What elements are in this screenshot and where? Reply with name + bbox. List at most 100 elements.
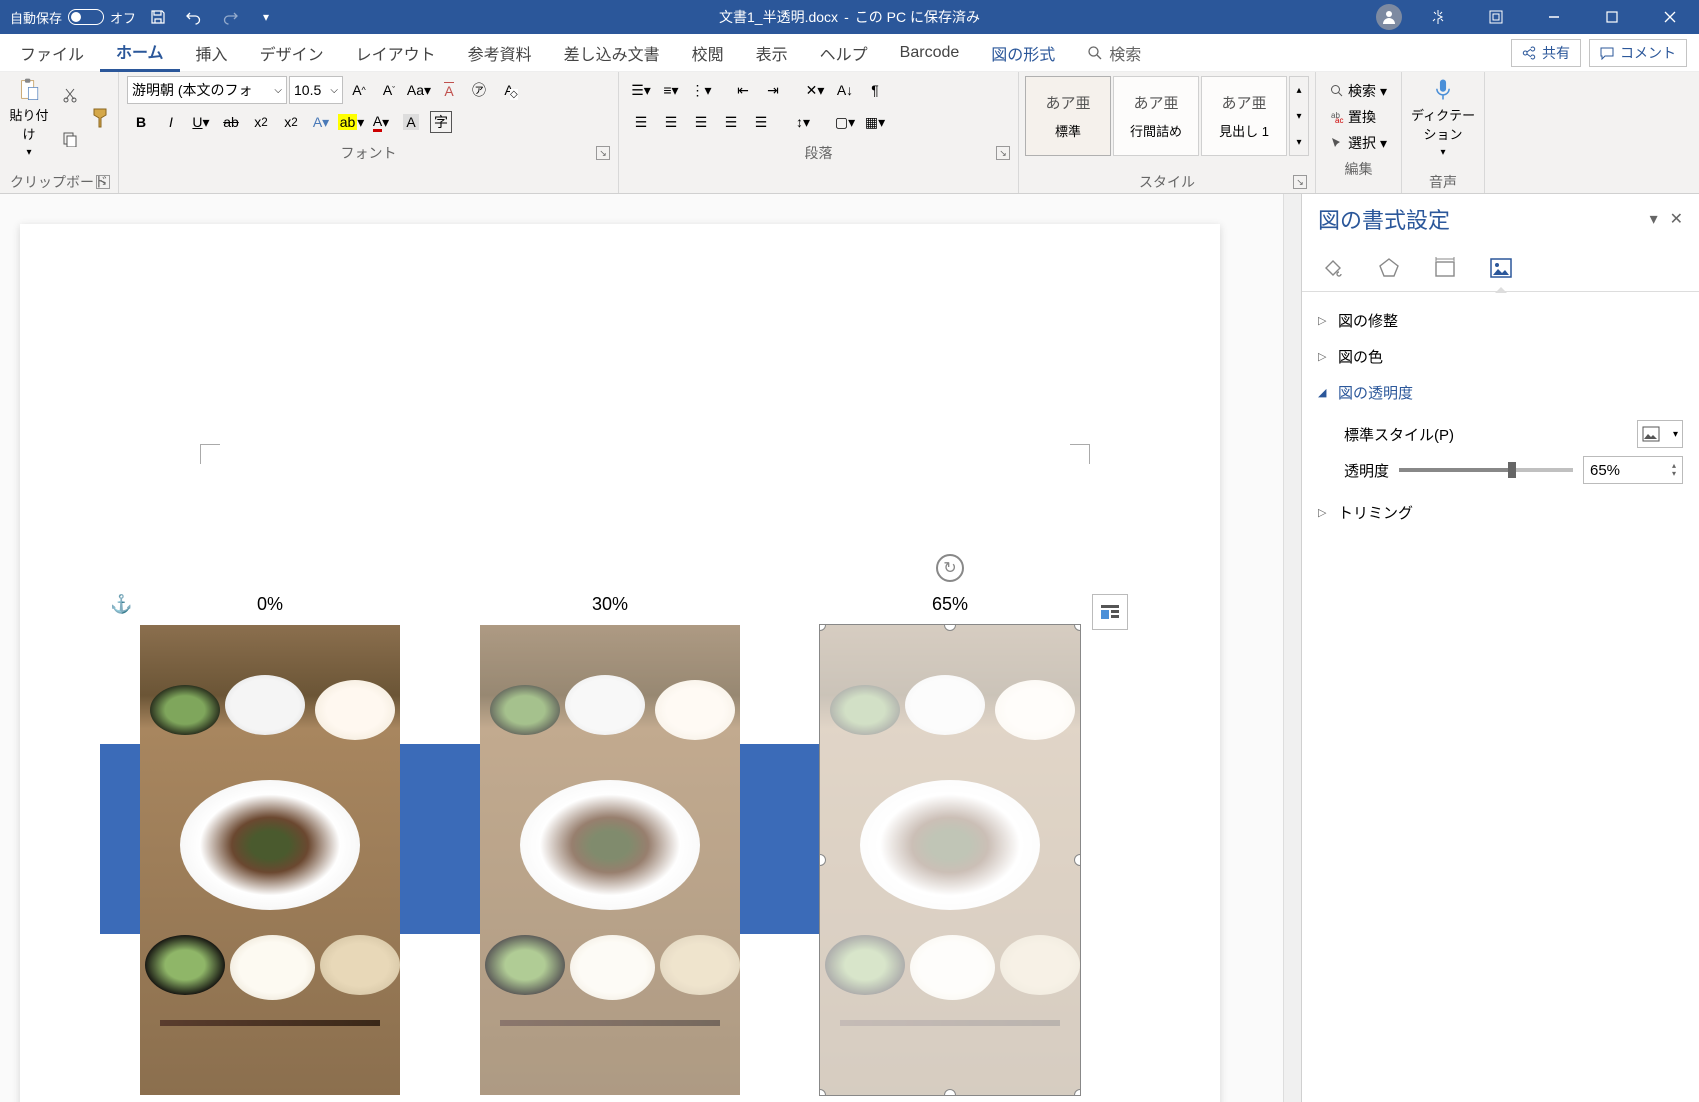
font-size-combo[interactable]: 10.5⌵ bbox=[289, 76, 343, 104]
superscript-button[interactable]: x2 bbox=[277, 108, 305, 136]
style-gallery[interactable]: あア亜 標準 あア亜 行間詰め あア亜 見出し 1 ▴ ▾ ▾ bbox=[1023, 74, 1311, 158]
handle-mr[interactable] bbox=[1074, 854, 1080, 866]
line-spacing-button[interactable]: ↕▾ bbox=[789, 108, 817, 136]
italic-button[interactable]: I bbox=[157, 108, 185, 136]
tab-file[interactable]: ファイル bbox=[4, 34, 100, 72]
pane-tab-picture[interactable] bbox=[1486, 253, 1516, 283]
tab-help[interactable]: ヘルプ bbox=[804, 34, 884, 72]
strikethrough-button[interactable]: ab bbox=[217, 108, 245, 136]
clear-format-button[interactable]: A◇ bbox=[495, 76, 523, 104]
pane-tab-effects[interactable] bbox=[1374, 253, 1404, 283]
vertical-scrollbar[interactable] bbox=[1283, 194, 1301, 1102]
coming-soon-button[interactable] bbox=[1409, 0, 1467, 34]
replace-button[interactable]: abac置換 bbox=[1324, 104, 1393, 130]
spin-down[interactable]: ▾ bbox=[1672, 470, 1676, 478]
grow-font-button[interactable]: A^ bbox=[345, 76, 373, 104]
tab-home[interactable]: ホーム bbox=[100, 34, 180, 72]
close-button[interactable] bbox=[1641, 0, 1699, 34]
font-color-button[interactable]: A▾ bbox=[367, 108, 395, 136]
style-more[interactable]: ▾ bbox=[1290, 129, 1308, 155]
tab-insert[interactable]: 挿入 bbox=[180, 34, 244, 72]
tab-design[interactable]: デザイン bbox=[244, 34, 340, 72]
align-left-button[interactable]: ☰ bbox=[627, 108, 655, 136]
account-button[interactable] bbox=[1369, 0, 1409, 34]
rotate-handle[interactable]: ↻ bbox=[936, 554, 964, 582]
transparency-spinner[interactable]: 65% ▴▾ bbox=[1583, 456, 1683, 484]
bold-button[interactable]: B bbox=[127, 108, 155, 136]
font-launcher[interactable]: ↘ bbox=[596, 146, 610, 160]
transparency-preset-button[interactable]: ▾ bbox=[1637, 420, 1683, 448]
tab-barcode[interactable]: Barcode bbox=[884, 34, 976, 72]
char-shading-button[interactable]: A bbox=[397, 108, 425, 136]
save-button[interactable] bbox=[144, 3, 172, 31]
style-scroll-up[interactable]: ▴ bbox=[1290, 77, 1308, 103]
subscript-button[interactable]: x2 bbox=[247, 108, 275, 136]
shading-button[interactable]: ▢▾ bbox=[831, 108, 859, 136]
section-color[interactable]: ▷図の色 bbox=[1318, 338, 1683, 374]
maximize-button[interactable] bbox=[1583, 0, 1641, 34]
minimize-button[interactable] bbox=[1525, 0, 1583, 34]
food-image-0[interactable] bbox=[140, 625, 400, 1095]
cut-button[interactable] bbox=[56, 74, 84, 116]
document-canvas[interactable]: 0%⚓30%65%↻ bbox=[0, 194, 1283, 1102]
tab-layout[interactable]: レイアウト bbox=[340, 34, 452, 72]
sort-button[interactable]: A↓ bbox=[831, 76, 859, 104]
section-transparency[interactable]: ◢図の透明度 bbox=[1318, 374, 1683, 410]
copy-button[interactable] bbox=[56, 118, 84, 160]
borders-button[interactable]: ▦▾ bbox=[861, 108, 889, 136]
tab-review[interactable]: 校閲 bbox=[676, 34, 740, 72]
select-button[interactable]: 選択▾ bbox=[1324, 130, 1393, 156]
bullets-button[interactable]: ☰▾ bbox=[627, 76, 655, 104]
justify-button[interactable]: ☰ bbox=[717, 108, 745, 136]
ribbon-display-button[interactable] bbox=[1467, 0, 1525, 34]
pane-options-button[interactable]: ▾ bbox=[1650, 209, 1658, 229]
food-image-2[interactable] bbox=[820, 625, 1080, 1095]
enclosed-chars-button[interactable]: ㋐ bbox=[465, 76, 493, 104]
asian-layout-button[interactable]: ✕▾ bbox=[801, 76, 829, 104]
underline-button[interactable]: U▾ bbox=[187, 108, 215, 136]
style-gallery-expand[interactable]: ▴ ▾ ▾ bbox=[1289, 76, 1309, 156]
char-border-button[interactable]: 字 bbox=[427, 108, 455, 136]
tab-view[interactable]: 表示 bbox=[740, 34, 804, 72]
show-marks-button[interactable]: ¶ bbox=[861, 76, 889, 104]
section-crop[interactable]: ▷トリミング bbox=[1318, 494, 1683, 530]
paragraph-launcher[interactable]: ↘ bbox=[996, 146, 1010, 160]
food-image-1[interactable] bbox=[480, 625, 740, 1095]
change-case-button[interactable]: Aa▾ bbox=[405, 76, 433, 104]
tab-mailings[interactable]: 差し込み文書 bbox=[548, 34, 676, 72]
dictate-button[interactable]: ディクテーション ▾ bbox=[1406, 74, 1480, 162]
multilevel-button[interactable]: ⋮▾ bbox=[687, 76, 715, 104]
shrink-font-button[interactable]: Aˇ bbox=[375, 76, 403, 104]
undo-button[interactable] bbox=[180, 3, 208, 31]
styles-launcher[interactable]: ↘ bbox=[1293, 175, 1307, 189]
tab-picture-format[interactable]: 図の形式 bbox=[975, 34, 1071, 72]
section-corrections[interactable]: ▷図の修整 bbox=[1318, 302, 1683, 338]
style-heading-1[interactable]: あア亜 見出し 1 bbox=[1201, 76, 1287, 156]
search-box[interactable]: 検索 bbox=[1071, 41, 1157, 65]
style-no-spacing[interactable]: あア亜 行間詰め bbox=[1113, 76, 1199, 156]
pane-close-button[interactable]: ✕ bbox=[1670, 209, 1683, 229]
style-scroll-down[interactable]: ▾ bbox=[1290, 103, 1308, 129]
comment-button[interactable]: コメント bbox=[1589, 39, 1687, 67]
layout-options-button[interactable] bbox=[1092, 594, 1128, 630]
format-painter-button[interactable] bbox=[86, 74, 114, 162]
autosave-toggle[interactable]: 自動保存 オフ bbox=[10, 8, 136, 27]
align-center-button[interactable]: ☰ bbox=[657, 108, 685, 136]
style-normal[interactable]: あア亜 標準 bbox=[1025, 76, 1111, 156]
handle-br[interactable] bbox=[1074, 1089, 1080, 1095]
slider-thumb[interactable] bbox=[1508, 462, 1516, 478]
redo-button[interactable] bbox=[216, 3, 244, 31]
share-button[interactable]: 共有 bbox=[1511, 39, 1581, 67]
handle-bm[interactable] bbox=[944, 1089, 956, 1095]
qat-customize-button[interactable]: ▾ bbox=[252, 3, 280, 31]
pane-tab-layout[interactable] bbox=[1430, 253, 1460, 283]
numbering-button[interactable]: ≡▾ bbox=[657, 76, 685, 104]
highlight-button[interactable]: ab▾ bbox=[337, 108, 365, 136]
font-name-combo[interactable]: 游明朝 (本文のフォ⌵ bbox=[127, 76, 287, 104]
tab-references[interactable]: 参考資料 bbox=[452, 34, 548, 72]
increase-indent-button[interactable]: ⇥ bbox=[759, 76, 787, 104]
paste-button[interactable]: 貼り付け ▾ bbox=[4, 74, 54, 162]
phonetic-guide-button[interactable]: A bbox=[435, 76, 463, 104]
text-effects-button[interactable]: A▾ bbox=[307, 108, 335, 136]
decrease-indent-button[interactable]: ⇤ bbox=[729, 76, 757, 104]
